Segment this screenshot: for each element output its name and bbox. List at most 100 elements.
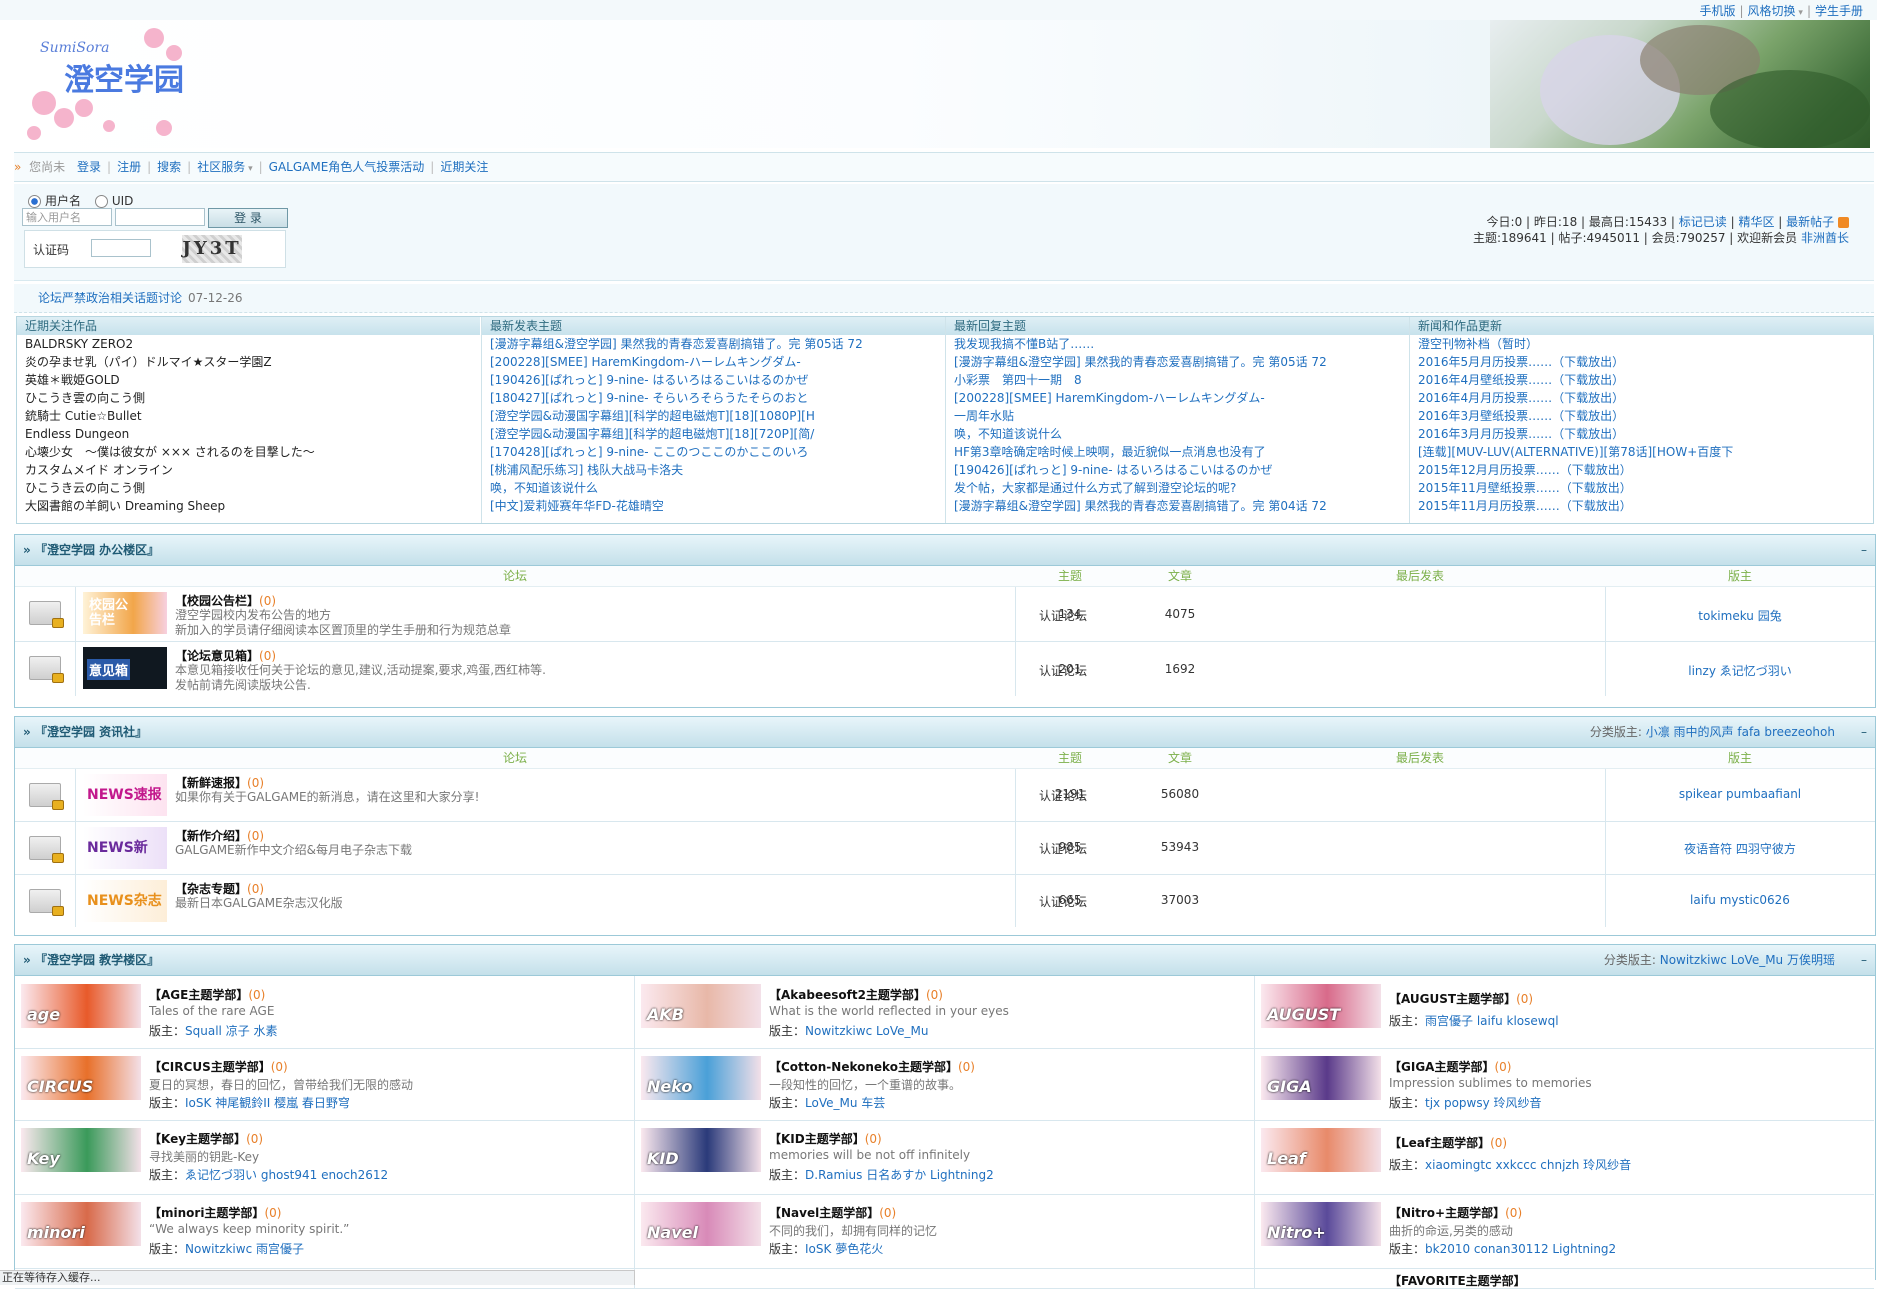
collapse-icon[interactable]: –: [1861, 717, 1867, 747]
forum-moderators[interactable]: tokimeku 园兔: [1605, 607, 1875, 624]
forum-thumbnail[interactable]: NEWS速报: [83, 774, 167, 816]
subforum-thumbnail[interactable]: Key: [21, 1128, 141, 1172]
subforum-thumbnail[interactable]: age: [21, 984, 141, 1028]
subforum-title[interactable]: 【Akabeesoft2主题学部】(0): [769, 986, 943, 1003]
student-handbook-link[interactable]: 学生手册: [1815, 4, 1863, 18]
subforum-thumbnail[interactable]: minori: [21, 1202, 141, 1246]
subforum-title[interactable]: 【Leaf主题学部】(0): [1389, 1134, 1507, 1151]
subforum-thumbnail[interactable]: GIGA: [1261, 1056, 1381, 1100]
forum-title[interactable]: 【校园公告栏】(0): [175, 592, 276, 609]
site-logo[interactable]: SumiSora 澄空学园: [14, 18, 214, 148]
subforum-cell[interactable]: minori 【minori主题学部】(0) “We always keep min…: [15, 1194, 635, 1269]
subforum-cell[interactable]: Neko 【Cotton-Nekoneko主题学部】(0) 一段知性的回忆，一个重谱…: [635, 1048, 1255, 1121]
forum-moderators[interactable]: linzy ゑ记忆づ羽い: [1605, 662, 1875, 679]
username-input[interactable]: 输入用户名: [22, 208, 112, 226]
forum-thumbnail[interactable]: NEWS杂志: [83, 880, 167, 922]
list-item[interactable]: [180427][ぱれっと] 9-nine- そらいろそらうたそらのおと: [482, 389, 945, 407]
subforum-cell[interactable]: AUGUST 【AUGUST主题学部】(0) 版主：雨宫優子 laifu klose…: [1255, 976, 1874, 1049]
forum-row[interactable]: 意见箱 【论坛意见箱】(0) 本意见箱接收任何关于论坛的意见,建议,活动提案,要…: [15, 642, 1875, 696]
list-item[interactable]: 唤，不知道该说什么: [946, 425, 1409, 443]
subforum-thumbnail[interactable]: Navel: [641, 1202, 761, 1246]
list-item[interactable]: 一周年水贴: [946, 407, 1409, 425]
digest-link[interactable]: 精华区: [1738, 215, 1774, 229]
section-title[interactable]: 『澄空学园 教学楼区』: [35, 953, 159, 967]
list-item[interactable]: 发个帖，大家都是通过什么方式了解到澄空论坛的呢?: [946, 479, 1409, 497]
subforum-thumbnail[interactable]: Leaf: [1261, 1128, 1381, 1172]
subforum-title[interactable]: 【AUGUST主题学部】(0): [1389, 990, 1533, 1007]
subforum-title[interactable]: 【KID主题学部】(0): [769, 1130, 882, 1147]
list-item[interactable]: 2016年5月月历投票……（下载放出）: [1410, 353, 1874, 371]
subforum-cell[interactable]: Leaf 【Leaf主题学部】(0) 版主：xiaomingtc xxkccc ch…: [1255, 1120, 1874, 1195]
rss-icon[interactable]: [1838, 217, 1849, 228]
section-header[interactable]: » 『澄空学园 资讯社』 分类版主: 小凛 雨中的风声 fafa breezeo…: [15, 717, 1875, 748]
list-item[interactable]: 唤，不知道该说什么: [482, 479, 945, 497]
subforum-thumbnail[interactable]: KID: [641, 1128, 761, 1172]
subforum-cell[interactable]: AKB 【Akabeesoft2主题学部】(0) What is the world…: [635, 976, 1255, 1049]
list-item[interactable]: [200228][SMEE] HaremKingdom-ハーレムキングダム-: [482, 353, 945, 371]
section-header[interactable]: » 『澄空学园 办公楼区』 –: [15, 535, 1875, 566]
list-item[interactable]: 2015年11月壁纸投票……（下载放出）: [1410, 479, 1874, 497]
forum-thumbnail[interactable]: 校园公告栏: [83, 592, 167, 634]
notice-text[interactable]: 论坛严禁政治相关话题讨论: [38, 291, 182, 305]
subforum-title[interactable]: 【GIGA主题学部】(0): [1389, 1058, 1511, 1075]
list-item[interactable]: 2015年11月月历投票……（下载放出）: [1410, 497, 1874, 515]
list-item[interactable]: 小彩票 第四十一期 8: [946, 371, 1409, 389]
subforum-title[interactable]: 【Navel主题学部】(0): [769, 1204, 896, 1221]
subforum-cell[interactable]: age 【AGE主题学部】(0) Tales of the rare AGE 版主：S…: [15, 976, 635, 1049]
captcha-image[interactable]: JY3T: [182, 235, 242, 263]
section-title[interactable]: 『澄空学园 资讯社』: [35, 725, 147, 739]
forum-row[interactable]: 校园公告栏 【校园公告栏】(0) 澄空学园校内发布公告的地方 新加入的学员请仔细阅…: [15, 587, 1875, 642]
subforum-title[interactable]: 【minori主题学部】(0): [149, 1204, 281, 1221]
nav-recent-focus[interactable]: 近期关注: [440, 160, 488, 174]
list-item[interactable]: [连载][MUV-LUV(ALTERNATIVE)][第78话][HOW+百度下: [1410, 443, 1874, 461]
style-switch-link[interactable]: 风格切换: [1748, 4, 1796, 18]
list-item[interactable]: [澄空学园&动漫国字幕组][科学的超电磁炮T][18][720P][简/: [482, 425, 945, 443]
list-item[interactable]: HF第3章啥确定啥时候上映啊，最近貌似一点消息也没有了: [946, 443, 1409, 461]
forum-title[interactable]: 【杂志专题】(0): [175, 880, 264, 897]
subforum-cell[interactable]: CIRCUS 【CIRCUS主题学部】(0) 夏日的冥想，春日的回忆，曾带给我们无限…: [15, 1048, 635, 1121]
list-item[interactable]: [中文]爱莉娅赛年华FD-花雄晴空: [482, 497, 945, 515]
forum-row[interactable]: NEWS速报 【新鲜速报】(0) 如果你有关于GALGAME的新消息，请在这里和…: [15, 769, 1875, 822]
subforum-title[interactable]: 【CIRCUS主题学部】(0): [149, 1058, 288, 1075]
list-item[interactable]: 2016年3月月历投票……（下载放出）: [1410, 425, 1874, 443]
mobile-link[interactable]: 手机版: [1699, 4, 1735, 18]
radio-username[interactable]: [28, 195, 41, 208]
login-button[interactable]: 登 录: [208, 208, 288, 228]
list-item[interactable]: 澄空刊物补档（暂时）: [1410, 335, 1874, 353]
list-item[interactable]: [桃浦风配乐练习] 栈队大战马卡洛夫: [482, 461, 945, 479]
nav-register[interactable]: 注册: [117, 160, 141, 174]
radio-uid[interactable]: [94, 195, 108, 208]
captcha-input[interactable]: [91, 239, 151, 257]
subforum-title[interactable]: 【Nitro+主题学部】(0): [1389, 1204, 1522, 1221]
collapse-icon[interactable]: –: [1861, 945, 1867, 975]
list-item[interactable]: 2016年4月壁纸投票……（下载放出）: [1410, 371, 1874, 389]
forum-title[interactable]: 【论坛意见箱】(0): [175, 647, 276, 664]
nav-vote-event[interactable]: GALGAME角色人气投票活动: [269, 160, 425, 174]
subforum-thumbnail[interactable]: CIRCUS: [21, 1056, 141, 1100]
mark-read-link[interactable]: 标记已读: [1679, 215, 1727, 229]
latest-posts-link[interactable]: 最新帖子: [1786, 215, 1834, 229]
subforum-thumbnail[interactable]: Nitro+: [1261, 1202, 1381, 1246]
list-item[interactable]: [漫游字幕组&澄空学园] 果然我的青春恋爱喜剧搞错了。完 第04话 72: [946, 497, 1409, 515]
section-header[interactable]: » 『澄空学园 教学楼区』 分类版主: Nowitzkiwc LoVe_Mu 万…: [15, 945, 1875, 976]
list-item[interactable]: [200228][SMEE] HaremKingdom-ハーレムキングダム-: [946, 389, 1409, 407]
subforum-title[interactable]: 【Cotton-Nekoneko主题学部】(0): [769, 1058, 975, 1075]
subforum-cell[interactable]: Key 【Key主题学部】(0) 寻找美丽的钥匙-Key 版主：ゑ记忆づ羽い ghos…: [15, 1120, 635, 1195]
list-item[interactable]: [190426][ぱれっと] 9-nine- はるいろはるこいはるのかぜ: [946, 461, 1409, 479]
list-item[interactable]: [170428][ぱれっと] 9-nine- ここのつここのかここのいろ: [482, 443, 945, 461]
forum-row[interactable]: NEWS新 【新作介绍】(0) GALGAME新作中文介绍&每月电子杂志下载 9…: [15, 822, 1875, 875]
subforum-thumbnail[interactable]: AUGUST: [1261, 984, 1381, 1028]
subforum-cell[interactable]: Nitro+ 【Nitro+主题学部】(0) 曲折的命运,另类的感动 版主：bk201…: [1255, 1194, 1874, 1269]
forum-thumbnail[interactable]: NEWS新: [83, 827, 167, 869]
subforum-cell[interactable]: Navel 【Navel主题学部】(0) 不同的我们，却拥有同样的记忆 版主：IoSK…: [635, 1194, 1255, 1269]
subforum-cell[interactable]: KID 【KID主题学部】(0) memories will be not off …: [635, 1120, 1255, 1195]
list-item[interactable]: 2015年12月月历投票……（下载放出）: [1410, 461, 1874, 479]
forum-moderators[interactable]: spikear pumbaafianl: [1605, 787, 1875, 801]
section-title[interactable]: 『澄空学园 办公楼区』: [35, 543, 159, 557]
new-member-link[interactable]: 非洲酋长: [1801, 231, 1849, 245]
list-item[interactable]: [190426][ぱれっと] 9-nine- はるいろはるこいはるのかぜ: [482, 371, 945, 389]
nav-community-services[interactable]: 社区服务: [197, 160, 245, 174]
subforum-cell[interactable]: GIGA 【GIGA主题学部】(0) Impression sublimes to …: [1255, 1048, 1874, 1121]
list-item[interactable]: [澄空学园&动漫国字幕组][科学的超电磁炮T][18][1080P][H: [482, 407, 945, 425]
list-item[interactable]: 2016年3月壁纸投票……（下载放出）: [1410, 407, 1874, 425]
